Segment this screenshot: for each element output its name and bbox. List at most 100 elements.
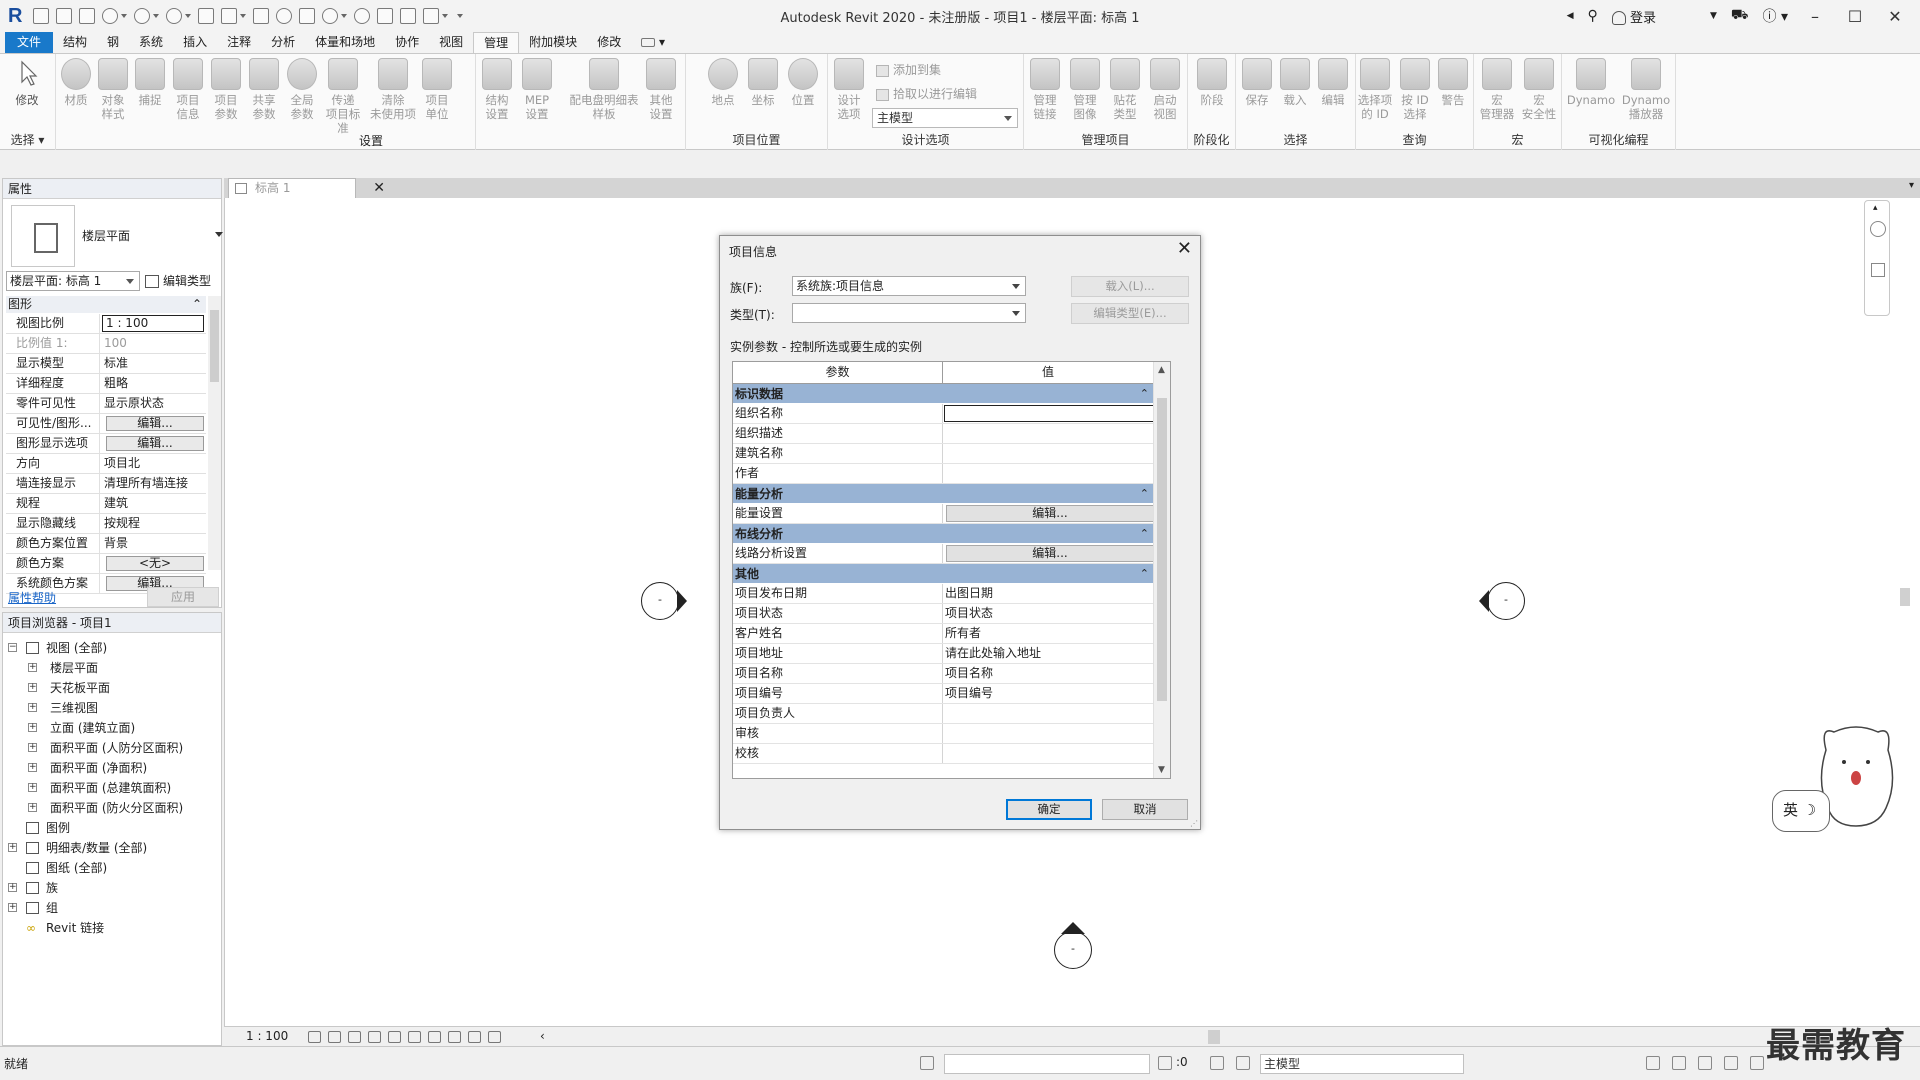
- additional-settings-button[interactable]: 其他 设置: [642, 58, 680, 121]
- parameter-group-header[interactable]: 能量分析 ⌃: [733, 484, 1155, 504]
- edit-button[interactable]: <无>: [106, 556, 204, 571]
- ribbon-tab[interactable]: 分析: [261, 32, 305, 53]
- active-design-option-status[interactable]: 主模型: [1260, 1054, 1464, 1074]
- project-units-button[interactable]: 项目 单位: [418, 58, 456, 121]
- align-dimension-icon[interactable]: [253, 8, 269, 24]
- show-crop-icon[interactable]: [428, 1031, 441, 1043]
- collapse-icon[interactable]: ⌃: [1140, 484, 1149, 504]
- select-by-face-icon[interactable]: [1724, 1056, 1738, 1070]
- property-value[interactable]: 按规程: [100, 514, 206, 533]
- parameter-group-header[interactable]: 标识数据 ⌃: [733, 384, 1155, 404]
- browser-node[interactable]: + 立面 (建筑立面): [2, 718, 217, 738]
- dynamo-button[interactable]: Dynamo: [1566, 58, 1616, 107]
- collapse-icon[interactable]: ⌃: [1140, 524, 1149, 544]
- manage-links-button[interactable]: 管理 链接: [1026, 58, 1064, 121]
- purge-unused-button[interactable]: 清除 未使用项: [370, 58, 416, 121]
- parameter-row[interactable]: 作者: [733, 464, 1155, 484]
- property-value[interactable]: 1 : 100: [102, 315, 204, 332]
- edit-type-button[interactable]: 编辑类型: [145, 271, 211, 291]
- browser-node[interactable]: 图纸 (全部): [2, 858, 217, 878]
- project-information-button[interactable]: 项目 信息: [169, 58, 207, 121]
- parameter-value-input[interactable]: [943, 424, 1155, 443]
- parameter-value-input[interactable]: [943, 704, 1155, 723]
- folder-icon[interactable]: [56, 8, 72, 24]
- phases-button[interactable]: 阶段: [1193, 58, 1231, 107]
- browser-node[interactable]: + 组: [2, 898, 217, 918]
- ribbon-tab[interactable]: 注释: [217, 32, 261, 53]
- chevron-down-icon[interactable]: [121, 14, 127, 18]
- ribbon-tab[interactable]: 结构: [53, 32, 97, 53]
- select-underlay-icon[interactable]: [1672, 1056, 1686, 1070]
- materials-button[interactable]: 材质: [57, 58, 95, 107]
- sync-icon[interactable]: [102, 8, 118, 24]
- global-parameters-button[interactable]: 全局 参数: [283, 58, 321, 121]
- object-styles-button[interactable]: 对象 样式: [94, 58, 132, 121]
- pick-to-edit-button[interactable]: 拾取以进行编辑: [876, 82, 977, 106]
- chevron-down-icon[interactable]: [185, 14, 191, 18]
- panel-schedule-templates-button[interactable]: 配电盘明细表 样板: [566, 58, 642, 121]
- shared-parameters-button[interactable]: 共享 参数: [245, 58, 283, 121]
- parameter-value-input[interactable]: 请在此处输入地址: [943, 644, 1155, 663]
- parameter-value-input[interactable]: 出图日期: [943, 584, 1155, 603]
- property-edit-button[interactable]: <无>: [100, 554, 206, 573]
- visual-style-icon[interactable]: [328, 1031, 341, 1043]
- design-option-icon[interactable]: [1210, 1056, 1224, 1070]
- browser-node[interactable]: + 三维视图: [2, 698, 217, 718]
- property-row[interactable]: 比例值 1: 100: [6, 334, 206, 354]
- customize-qat-icon[interactable]: [457, 14, 463, 18]
- property-row[interactable]: 零件可见性 显示原状态: [6, 394, 206, 414]
- edit-selection-button[interactable]: 编辑: [1314, 58, 1352, 107]
- instance-filter-select[interactable]: 楼层平面: 标高 1: [6, 271, 140, 291]
- parameter-value-input[interactable]: [943, 744, 1155, 763]
- expand-icon[interactable]: +: [8, 883, 17, 892]
- property-row[interactable]: 方向 项目北: [6, 454, 206, 474]
- expand-icon[interactable]: +: [28, 723, 37, 732]
- macro-manager-button[interactable]: 宏管理器: [1476, 58, 1518, 121]
- elevation-marker-west[interactable]: -: [641, 582, 679, 620]
- browser-node[interactable]: ∞ Revit 链接: [2, 918, 217, 938]
- ribbon-tab[interactable]: 修改: [587, 32, 631, 53]
- property-row[interactable]: 详细程度 粗略: [6, 374, 206, 394]
- browser-node[interactable]: − 视图 (全部): [2, 638, 217, 658]
- browser-node[interactable]: + 面积平面 (防火分区面积): [2, 798, 217, 818]
- scroll-down-icon[interactable]: ▼: [1158, 765, 1165, 775]
- tag-icon[interactable]: [276, 8, 292, 24]
- editing-requests-icon[interactable]: [1158, 1056, 1172, 1070]
- browser-node[interactable]: + 族: [2, 878, 217, 898]
- expand-icon[interactable]: +: [28, 803, 37, 812]
- parameter-row[interactable]: 线路分析设置 编辑...: [733, 544, 1155, 564]
- property-value[interactable]: 100: [100, 334, 206, 353]
- shadows-icon[interactable]: [368, 1031, 381, 1043]
- drag-elements-icon[interactable]: [1750, 1056, 1764, 1070]
- parameter-value-input[interactable]: 项目状态: [943, 604, 1155, 623]
- chevron-down-icon[interactable]: [215, 232, 223, 237]
- open-icon[interactable]: [33, 8, 49, 24]
- decal-types-button[interactable]: 贴花 类型: [1106, 58, 1144, 121]
- print-icon[interactable]: [198, 8, 214, 24]
- property-row[interactable]: 规程 建筑: [6, 494, 206, 514]
- expand-icon[interactable]: +: [28, 683, 37, 692]
- section-icon[interactable]: [354, 8, 370, 24]
- measure-icon[interactable]: [221, 8, 237, 24]
- steering-wheel-icon[interactable]: [1870, 221, 1886, 237]
- triangle-left-icon[interactable]: ◀: [1567, 11, 1574, 21]
- parameter-row[interactable]: 校核: [733, 744, 1155, 764]
- save-selection-button[interactable]: 保存: [1238, 58, 1276, 107]
- parameter-row[interactable]: 能量设置 编辑...: [733, 504, 1155, 524]
- help-icon[interactable]: ⓘ ▾: [1763, 6, 1788, 26]
- elevation-marker-south[interactable]: -: [1054, 931, 1092, 969]
- properties-scrollbar[interactable]: [208, 296, 221, 570]
- revit-logo[interactable]: R: [8, 5, 26, 27]
- macro-security-button[interactable]: 宏安全性: [1518, 58, 1560, 121]
- ribbon-tab[interactable]: 管理: [473, 32, 520, 53]
- collapse-icon[interactable]: −: [8, 643, 17, 652]
- detail-level-icon[interactable]: [308, 1031, 321, 1043]
- manage-images-button[interactable]: 管理 图像: [1066, 58, 1104, 121]
- chevron-left-icon[interactable]: ‹: [540, 1029, 545, 1043]
- expand-icon[interactable]: +: [28, 703, 37, 712]
- chevron-down-icon[interactable]: ▾: [1909, 180, 1914, 191]
- ribbon-tab[interactable]: 文件: [5, 32, 54, 53]
- property-value[interactable]: 项目北: [100, 454, 206, 473]
- parameter-row[interactable]: 项目名称 项目名称: [733, 664, 1155, 684]
- chevron-up-icon[interactable]: ▴: [1873, 203, 1878, 213]
